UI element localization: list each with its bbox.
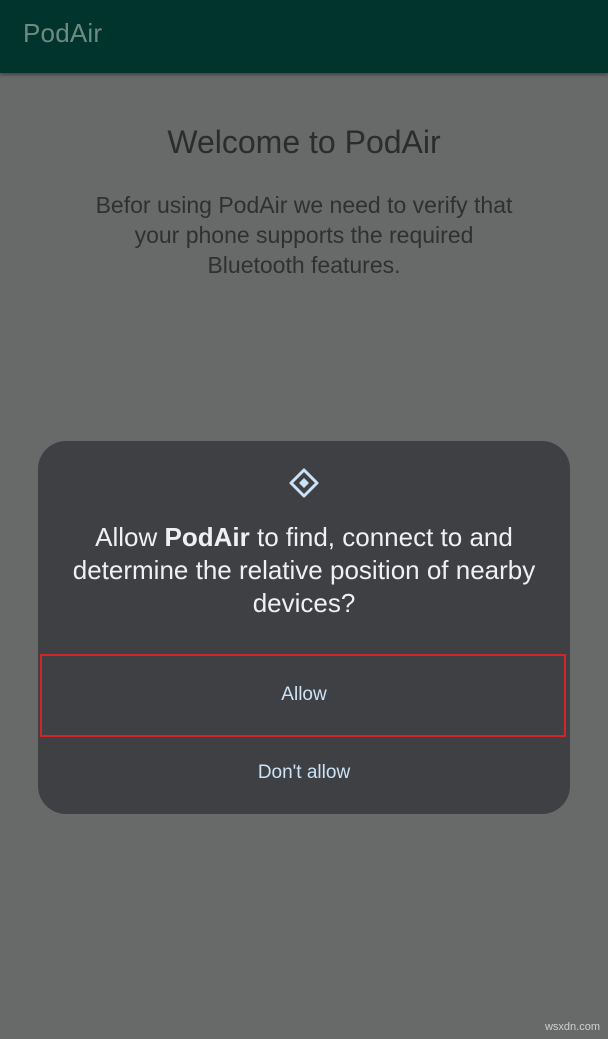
welcome-description: Befor using PodAir we need to verify tha… — [95, 192, 513, 278]
allow-button[interactable]: Allow — [38, 655, 570, 735]
watermark: wsxdn.com — [544, 1021, 600, 1033]
permission-dialog: Allow PodAir to find, connect to and det… — [38, 441, 570, 814]
permission-message: Allow PodAir to find, connect to and det… — [68, 521, 540, 620]
app-bar-title: PodAir — [23, 18, 103, 48]
dont-allow-button[interactable]: Don't allow — [38, 735, 570, 811]
permission-app-name: PodAir — [164, 522, 250, 552]
permission-message-prefix: Allow — [95, 522, 165, 552]
welcome-title: Welcome to PodAir — [167, 124, 441, 160]
nearby-devices-icon — [289, 468, 319, 498]
app-bar: PodAir — [0, 0, 608, 73]
